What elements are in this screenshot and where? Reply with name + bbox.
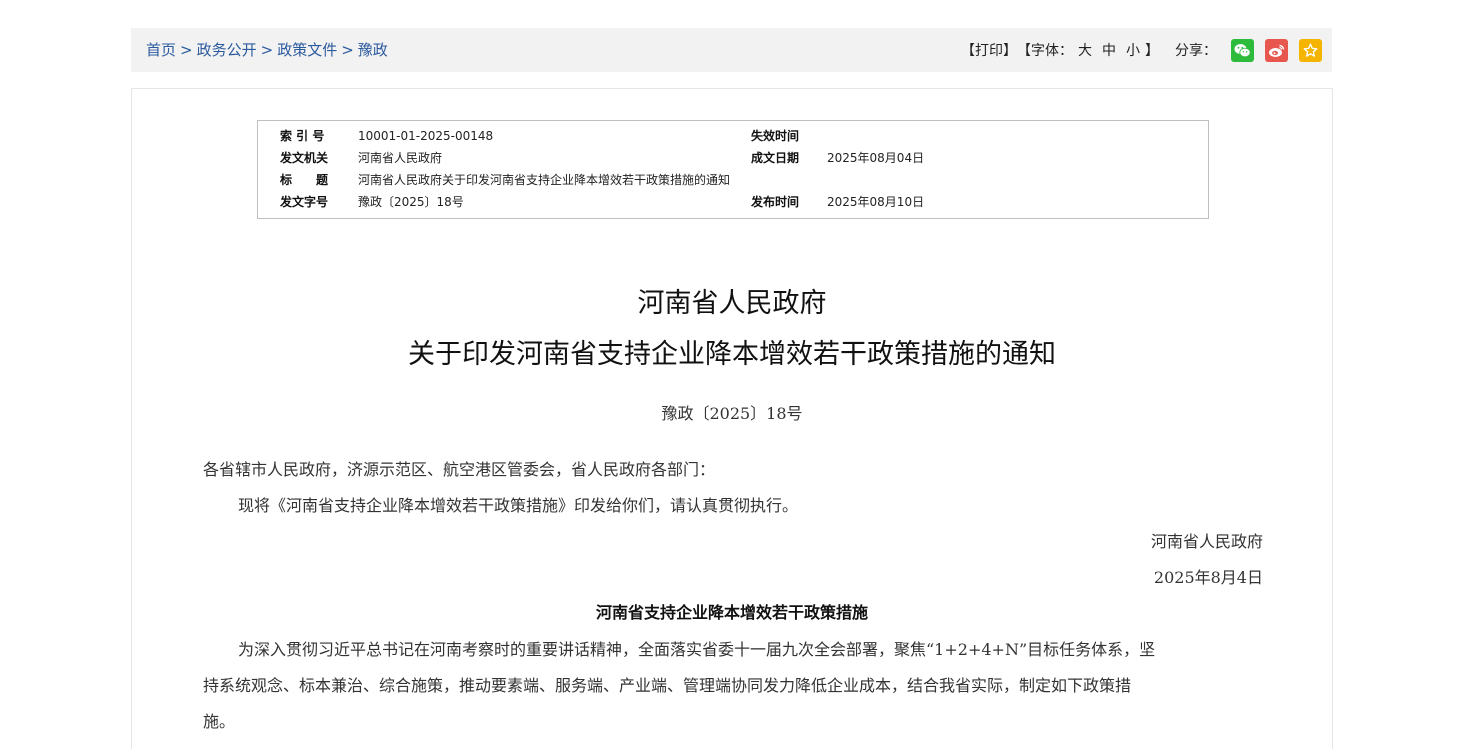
favorite-button[interactable] [1299,38,1322,62]
article-paragraph-line1: 为深入贯彻习近平总书记在河南考察时的重要讲话精神，全面落实省委十一届九次全会部署… [238,640,1156,659]
font-medium-button[interactable]: 中 [1102,40,1116,60]
weibo-icon [1269,44,1285,57]
wechat-share-button[interactable] [1231,38,1254,62]
article-title-line1: 河南省人民政府 [637,288,827,319]
article-title-line2: 关于印发河南省支持企业降本增效若干政策措施的通知 [408,339,1056,370]
article-signature: 河南省人民政府 [1150,532,1263,551]
meta-index-value: 10001-01-2025-00148 [358,129,494,143]
meta-publish-label: 发布时间 [751,195,800,209]
share-label: 分享： [1175,43,1217,59]
meta-docno-value: 豫政〔2025〕18号 [358,195,464,209]
meta-row: 发文机关 河南省人民政府 成文日期 2025年08月04日 [258,147,1208,169]
article-date: 2025年8月4日 [1153,568,1263,587]
meta-issuer-value: 河南省人民政府 [358,151,443,165]
meta-row: 索 引 号 10001-01-2025-00148 失效时间 [258,125,1208,147]
meta-created-value: 2025年08月04日 [827,151,925,165]
breadcrumb-separator: > [260,41,274,59]
breadcrumb-gov-affairs[interactable]: 政务公开 [197,41,257,59]
font-size-label: 【字体： [1017,43,1073,59]
breadcrumb-separator: > [341,41,354,59]
meta-publish-value: 2025年08月10日 [827,195,925,209]
wechat-icon [1234,43,1251,57]
page-tools: 【打印】 【字体： 大 中 小 】 分享： [961,28,1322,72]
breadcrumb-separator: > [180,41,193,59]
star-icon [1303,43,1318,57]
meta-title-label: 标 题 [280,173,329,187]
meta-issuer-label: 发文机关 [280,151,329,165]
article-doc-number: 豫政〔2025〕18号 [661,404,803,423]
meta-created-label: 成文日期 [751,151,800,165]
article-subtitle: 河南省支持企业降本增效若干政策措施 [595,603,868,622]
meta-docno-label: 发文字号 [280,195,329,209]
breadcrumb-home[interactable]: 首页 [146,41,176,59]
meta-row: 发文字号 豫政〔2025〕18号 发布时间 2025年08月10日 [258,191,1208,213]
article-container: 索 引 号 10001-01-2025-00148 失效时间 发文机关 河南省人… [131,88,1333,749]
meta-row: 标 题 河南省人民政府关于印发河南省支持企业降本增效若干政策措施的通知 [258,169,1208,191]
font-small-button[interactable]: 小 [1126,40,1140,60]
top-bar: 首页 > 政务公开 > 政策文件 > 豫政 【打印】 【字体： 大 中 小 】 分享： [131,28,1332,72]
font-large-button[interactable]: 大 [1078,40,1092,60]
article-paragraph-line3: 施。 [203,712,236,731]
document-meta-table: 索 引 号 10001-01-2025-00148 失效时间 发文机关 河南省人… [257,120,1209,219]
breadcrumb-yuzheng[interactable]: 豫政 [358,41,388,59]
meta-expire-label: 失效时间 [751,129,800,143]
meta-index-label: 索 引 号 [280,129,325,143]
font-size-close: 】 [1145,43,1159,59]
weibo-share-button[interactable] [1265,38,1288,62]
article-body-paragraph: 现将《河南省支持企业降本增效若干政策措施》印发给你们，请认真贯彻执行。 [238,496,799,515]
meta-title-value: 河南省人民政府关于印发河南省支持企业降本增效若干政策措施的通知 [358,173,731,187]
breadcrumb: 首页 > 政务公开 > 政策文件 > 豫政 [146,28,388,72]
article-salutation: 各省辖市人民政府，济源示范区、航空港区管委会，省人民政府各部门： [203,460,716,479]
article-paragraph-line2: 持系统观念、标本兼治、综合施策，推动要素端、服务端、产业端、管理端协同发力降低企… [203,676,1132,695]
breadcrumb-policy-docs[interactable]: 政策文件 [277,41,337,59]
print-button[interactable]: 【打印】 [961,40,1017,60]
